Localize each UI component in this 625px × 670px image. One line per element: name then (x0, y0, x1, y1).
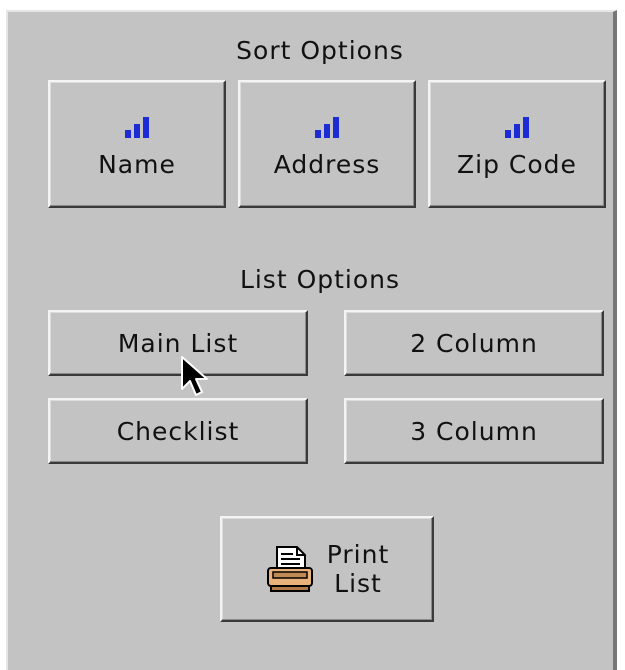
three-column-button[interactable]: 3 Column (344, 398, 604, 464)
printer-icon (266, 546, 313, 592)
sort-by-zip-code-button[interactable]: Zip Code (428, 80, 606, 208)
two-column-button[interactable]: 2 Column (344, 310, 604, 376)
sort-options-title: Sort Options (236, 36, 404, 65)
sort-by-name-label: Name (98, 149, 176, 179)
signal-bars-icon (505, 116, 529, 138)
sort-by-zip-code-label: Zip Code (457, 149, 577, 179)
print-list-label: Print List (327, 540, 390, 598)
signal-bars-icon (315, 116, 339, 138)
print-label-line1: Print (326, 540, 390, 569)
list-options-title: List Options (239, 265, 401, 294)
main-list-button[interactable]: Main List (48, 310, 308, 376)
sort-by-address-button[interactable]: Address (238, 80, 416, 208)
print-list-button[interactable]: Print List (220, 516, 434, 622)
sort-by-name-button[interactable]: Name (48, 80, 226, 208)
print-label-line2: List (334, 569, 382, 598)
sort-by-address-label: Address (273, 149, 381, 179)
checklist-button[interactable]: Checklist (48, 398, 308, 464)
signal-bars-icon (125, 116, 149, 138)
